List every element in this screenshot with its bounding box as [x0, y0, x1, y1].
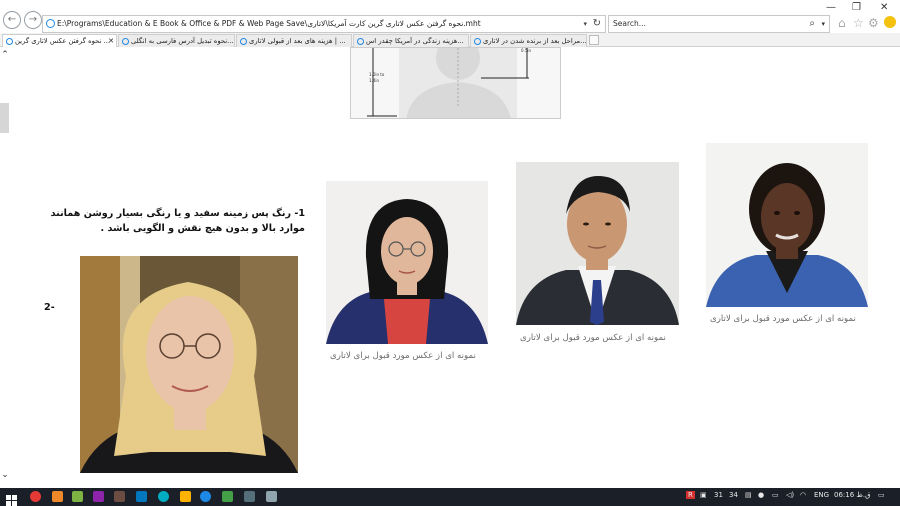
tray-badge-2[interactable]: 34 — [729, 491, 738, 499]
tab-label: مراحل بعد از برنده شدن در لاتاری... — [483, 37, 587, 45]
minimize-button[interactable]: — — [826, 2, 836, 13]
tray-network-icon[interactable]: ▤ — [745, 491, 752, 499]
taskbar-app-icon[interactable] — [266, 491, 277, 502]
taskbar-app-icon[interactable] — [222, 491, 233, 502]
notifications-icon[interactable]: ▭ — [878, 491, 885, 499]
sample-photo-blonde-woman — [80, 256, 298, 473]
favorites-star-icon[interactable]: ☆ — [853, 16, 864, 30]
restore-button[interactable]: ❐ — [852, 2, 861, 13]
close-button[interactable]: ✕ — [880, 2, 888, 13]
taskbar-app-icon[interactable] — [52, 491, 63, 502]
sample-photo-woman-1 — [706, 143, 868, 307]
address-dropdown-icon[interactable]: ▾ — [583, 16, 587, 32]
taskbar-app-icon[interactable] — [114, 491, 125, 502]
scrollbar-thumb[interactable] — [0, 103, 9, 133]
tray-wifi-icon[interactable]: ◠ — [800, 491, 806, 499]
tab-label: هزینه های بعد از قبولی لاتاری | ... — [249, 37, 346, 45]
search-dropdown-icon[interactable]: ▾ — [821, 16, 825, 32]
windows-taskbar: R ▣ 31 34 ▤ ● ▭ ◁) ◠ ENG 06:16 ق.ظ ▭ — [0, 488, 900, 506]
ie-page-icon — [46, 19, 55, 28]
tab-3[interactable]: هزینه های بعد از قبولی لاتاری | ... — [236, 34, 352, 47]
new-tab-button[interactable] — [589, 35, 599, 45]
tray-clock[interactable]: 06:16 ق.ظ — [834, 491, 871, 499]
tab-page-icon — [474, 38, 481, 45]
address-toolbar: ← → E:\Programs\Education & E Book & Off… — [0, 0, 900, 33]
start-windows-icon[interactable] — [6, 491, 17, 506]
forward-arrow-icon: → — [28, 14, 38, 25]
tray-language[interactable]: ENG — [814, 491, 829, 499]
rule-1-text: 1- رنگ پس زمینه سفید و یا رنگی بسیار روش… — [50, 208, 305, 234]
tab-label: هزینه زندگی در آمریکا چقدر اس... — [366, 37, 464, 45]
diagram-height-label: 1.0in to 1.4in — [369, 72, 385, 83]
taskbar-app-icon[interactable] — [180, 491, 191, 502]
taskbar-app-icon[interactable] — [30, 491, 41, 502]
sample-photo-man — [516, 162, 679, 325]
tray-app-icon[interactable]: R — [686, 491, 695, 499]
scroll-down-arrow[interactable]: ⌄ — [0, 470, 10, 480]
tab-label: نحوه تبدیل آدرس فارسی به انگلی... — [131, 37, 234, 45]
taskbar-app-icon[interactable] — [72, 491, 83, 502]
caption-woman-1: نمونه ای از عکس مورد قبول برای لاتاری — [710, 314, 856, 324]
rule-2-label: -2 — [44, 302, 55, 313]
taskbar-app-icon[interactable] — [158, 491, 169, 502]
forward-button[interactable]: → — [24, 11, 42, 29]
settings-gear-icon[interactable]: ⚙ — [868, 16, 879, 30]
sample-photo-woman-2 — [326, 181, 488, 344]
browser-window: ← → E:\Programs\Education & E Book & Off… — [0, 0, 900, 506]
tray-volume-icon[interactable]: ◁) — [786, 491, 794, 499]
tray-app-icon[interactable]: ▣ — [700, 491, 707, 499]
taskbar-ie-icon[interactable] — [200, 491, 211, 502]
tab-page-icon — [6, 38, 13, 45]
feedback-smiley-icon[interactable] — [884, 16, 896, 28]
tray-microphone-icon[interactable]: ● — [758, 491, 764, 499]
search-icon[interactable]: ⌕ — [809, 16, 815, 32]
search-box[interactable]: Search... ⌕ ▾ — [608, 15, 830, 33]
refresh-icon[interactable]: ↻ — [593, 16, 601, 32]
back-arrow-icon: ← — [7, 14, 17, 25]
search-placeholder: Search... — [613, 19, 646, 28]
caption-woman-2: نمونه ای از عکس مورد قبول برای لاتاری — [330, 351, 476, 361]
scroll-up-arrow[interactable]: ⌃ — [0, 50, 10, 60]
taskbar-app-icon[interactable] — [136, 491, 147, 502]
tab-5[interactable]: مراحل بعد از برنده شدن در لاتاری... — [470, 34, 587, 47]
tab-bar: نحوه گرفتن عکس لاتاری گرین ... ✕ نحوه تب… — [0, 33, 900, 47]
tab-page-icon — [122, 38, 129, 45]
tab-label: نحوه گرفتن عکس لاتاری گرین ... — [15, 37, 111, 45]
tab-1[interactable]: نحوه گرفتن عکس لاتاری گرین ... ✕ — [2, 34, 117, 47]
taskbar-app-icon[interactable] — [244, 491, 255, 502]
tab-page-icon — [357, 38, 364, 45]
back-button[interactable]: ← — [3, 11, 21, 29]
diagram-top-label: 0.5in — [521, 48, 532, 53]
tab-page-icon — [240, 38, 247, 45]
address-bar[interactable]: E:\Programs\Education & E Book & Office … — [42, 15, 606, 33]
tray-display-icon[interactable]: ▭ — [772, 491, 779, 499]
tab-4[interactable]: هزینه زندگی در آمریکا چقدر اس... — [353, 34, 469, 47]
taskbar-app-icon[interactable] — [93, 491, 104, 502]
tray-badge-1[interactable]: 31 — [714, 491, 723, 499]
home-icon[interactable]: ⌂ — [838, 16, 846, 30]
photo-size-diagram: 1.0in to 1.4in 0.5in — [350, 47, 561, 119]
tab-2[interactable]: نحوه تبدیل آدرس فارسی به انگلی... — [118, 34, 235, 47]
tab-close-icon[interactable]: ✕ — [108, 35, 114, 47]
address-text: E:\Programs\Education & E Book & Office … — [57, 19, 481, 28]
caption-man: نمونه ای از عکس مورد قبول برای لاتاری — [520, 333, 666, 343]
